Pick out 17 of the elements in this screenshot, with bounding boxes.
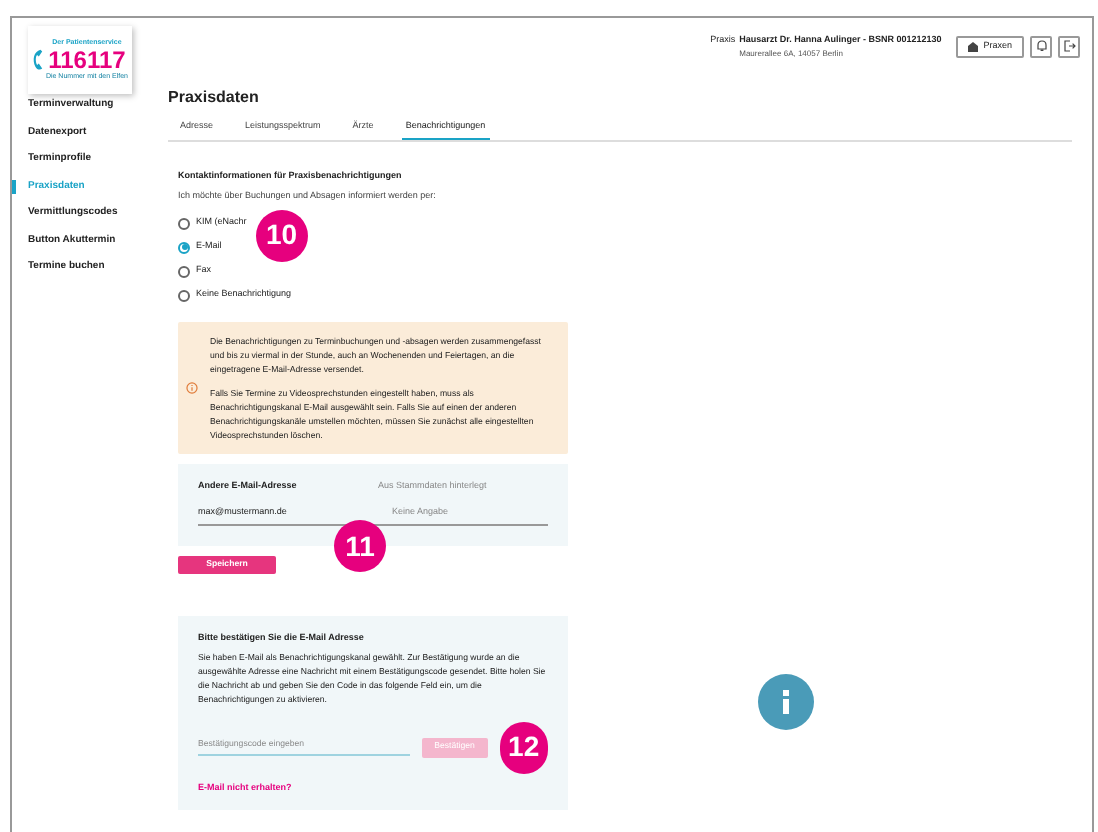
info-icon xyxy=(186,382,198,395)
logout-icon xyxy=(1063,40,1075,53)
step-badge: 12 xyxy=(499,721,548,773)
radio-button[interactable] xyxy=(178,265,190,278)
step-badge: 11 xyxy=(334,520,386,573)
logo-number: 116117 xyxy=(48,48,126,72)
notifications-button[interactable] xyxy=(1030,35,1052,58)
radio-button[interactable] xyxy=(178,289,190,302)
info-bubble[interactable] xyxy=(758,674,814,730)
step-badge: 10 xyxy=(255,209,308,262)
bell-icon xyxy=(1035,40,1047,53)
page-title: Praxisdaten xyxy=(168,86,261,110)
info-icon xyxy=(782,690,790,714)
phone-icon xyxy=(32,46,44,74)
radio-button[interactable] xyxy=(178,241,190,254)
logout-button[interactable] xyxy=(1058,35,1080,58)
radio-button[interactable] xyxy=(178,217,190,230)
